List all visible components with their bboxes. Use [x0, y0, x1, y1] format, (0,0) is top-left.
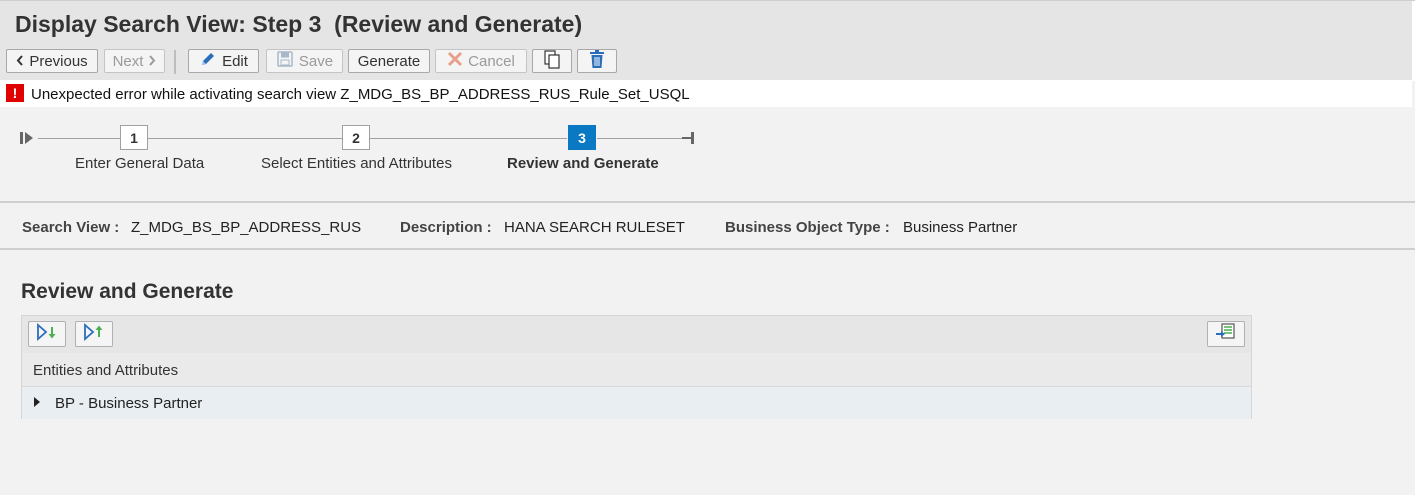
chevron-right-icon [148, 53, 156, 70]
close-icon [447, 51, 463, 71]
roadmap-start-icon [20, 131, 38, 150]
trash-icon [588, 49, 606, 73]
description-label: Description : [400, 219, 492, 236]
floppy-disk-icon [276, 50, 294, 72]
generate-button-label: Generate [357, 52, 421, 70]
edit-button[interactable]: Edit [188, 49, 259, 73]
page-header: Display Search View: Step 3 (Review and … [0, 0, 1415, 81]
divider [0, 248, 1415, 250]
save-button[interactable]: Save [266, 49, 343, 73]
copy-button[interactable] [532, 49, 572, 73]
edit-button-label: Edit [222, 52, 248, 70]
roadmap-step-2[interactable]: 2 [342, 125, 370, 150]
expand-arrow-icon[interactable] [34, 397, 40, 407]
search-view-label: Search View : [22, 219, 120, 236]
roadmap-step-2-label[interactable]: Select Entities and Attributes [261, 155, 452, 172]
previous-button-label: Previous [29, 52, 88, 70]
table-toolbar [22, 316, 1251, 354]
previous-button[interactable]: Previous [6, 49, 98, 73]
bo-type-value: Business Partner [903, 219, 1018, 236]
export-icon [1215, 322, 1237, 346]
bo-type-label: Business Object Type : [725, 219, 890, 236]
error-icon: ! [6, 84, 24, 102]
section-title: Review and Generate [21, 280, 234, 303]
expand-all-icon [36, 322, 58, 346]
cancel-button-label: Cancel [468, 52, 515, 70]
expand-all-button[interactable] [28, 321, 66, 347]
tree-node-label[interactable]: BP - Business Partner [55, 395, 202, 412]
roadmap-line [38, 138, 120, 139]
next-button[interactable]: Next [104, 49, 165, 73]
roadmap-step-3[interactable]: 3 [568, 125, 596, 150]
message-bar: ! Unexpected error while activating sear… [0, 80, 1412, 107]
roadmap-line [597, 138, 683, 139]
error-message[interactable]: Unexpected error while activating search… [31, 86, 690, 103]
search-view-info: Search View : Z_MDG_BS_BP_ADDRESS_RUS De… [0, 202, 1415, 248]
collapse-all-button[interactable] [75, 321, 113, 347]
collapse-all-icon [83, 322, 105, 346]
roadmap-step-1[interactable]: 1 [120, 125, 148, 150]
save-button-label: Save [298, 52, 334, 70]
roadmap-end-icon [682, 131, 696, 150]
table-row[interactable]: BP - Business Partner [22, 387, 1251, 419]
next-button-label: Next [112, 52, 144, 70]
pencil-icon [199, 50, 217, 72]
roadmap: 1 Enter General Data 2 Select Entities a… [0, 107, 1415, 200]
toolbar-separator [174, 50, 176, 74]
chevron-left-icon [16, 53, 24, 70]
cancel-button[interactable]: Cancel [435, 49, 527, 73]
roadmap-step-1-label[interactable]: Enter General Data [75, 155, 204, 172]
entities-tree-table: Entities and Attributes BP - Business Pa… [21, 315, 1252, 419]
generate-button[interactable]: Generate [348, 49, 430, 73]
roadmap-line [148, 138, 342, 139]
column-header-label: Entities and Attributes [33, 362, 179, 379]
page-title: Display Search View: Step 3 (Review and … [15, 11, 583, 37]
search-view-value: Z_MDG_BS_BP_ADDRESS_RUS [131, 219, 362, 236]
roadmap-step-3-label[interactable]: Review and Generate [507, 155, 659, 172]
export-button[interactable] [1207, 321, 1245, 347]
roadmap-line [370, 138, 567, 139]
description-value: HANA SEARCH RULESET [504, 219, 685, 236]
copy-icon [543, 49, 561, 73]
table-column-header[interactable]: Entities and Attributes [22, 353, 1251, 387]
delete-button[interactable] [577, 49, 617, 73]
